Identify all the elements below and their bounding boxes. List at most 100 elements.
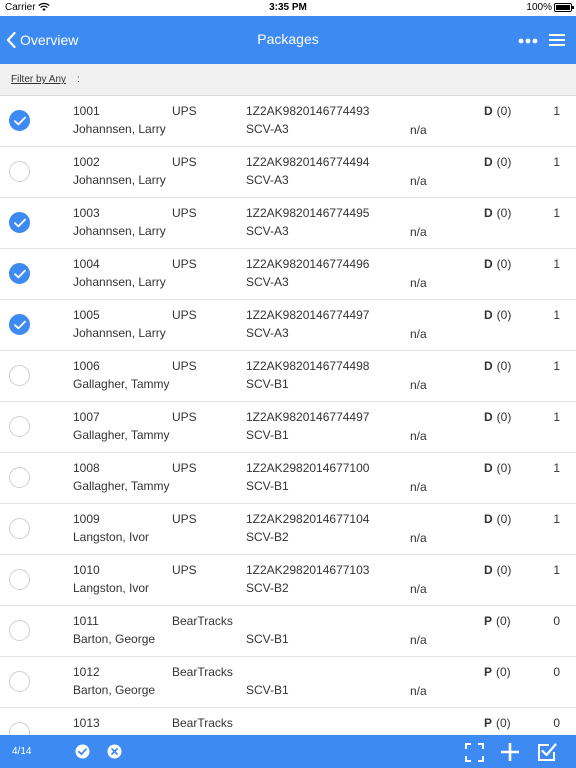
recipient-name: Johannsen, Larry bbox=[73, 122, 166, 136]
scan-icon[interactable] bbox=[465, 743, 484, 762]
package-carrier: BearTracks bbox=[172, 665, 233, 679]
unchecked-checkbox-icon[interactable] bbox=[9, 416, 30, 437]
status-count: (0) bbox=[496, 665, 511, 679]
filter-by-link[interactable]: Filter by Any bbox=[11, 74, 66, 85]
package-quantity: 1 bbox=[553, 461, 560, 475]
checked-checkbox-icon[interactable] bbox=[9, 212, 30, 233]
package-quantity: 0 bbox=[553, 716, 560, 730]
deselect-all-icon[interactable] bbox=[107, 744, 122, 759]
package-carrier: UPS bbox=[172, 512, 197, 526]
package-id: 1005 bbox=[73, 308, 100, 322]
unchecked-checkbox-icon[interactable] bbox=[9, 467, 30, 488]
tracking-number: 1Z2AK2982014677103 bbox=[246, 563, 370, 577]
battery-icon bbox=[554, 3, 574, 12]
status-code: D bbox=[484, 155, 493, 169]
recipient-name: Langston, Ivor bbox=[73, 530, 150, 544]
package-note: n/a bbox=[410, 378, 427, 392]
tracking-number: 1Z2AK2982014677104 bbox=[246, 512, 370, 526]
package-id: 1009 bbox=[73, 512, 100, 526]
package-row[interactable]: 1003 UPS 1Z2AK9820146774495 Johannsen, Larr… bbox=[0, 198, 576, 249]
recipient-name: Barton, George bbox=[73, 632, 156, 646]
package-status: D (0) bbox=[484, 104, 511, 118]
package-quantity: 1 bbox=[553, 308, 560, 322]
package-quantity: 1 bbox=[553, 104, 560, 118]
package-row[interactable]: 1007 UPS 1Z2AK9820146774497 Gallagher, Tamm… bbox=[0, 402, 576, 453]
menu-icon[interactable] bbox=[549, 30, 565, 50]
package-location: SCV-B1 bbox=[246, 428, 289, 442]
package-id: 1007 bbox=[73, 410, 100, 424]
package-location: SCV-B2 bbox=[246, 581, 289, 595]
unchecked-checkbox-icon[interactable] bbox=[9, 722, 30, 735]
recipient-name: Langston, Ivor bbox=[73, 581, 150, 595]
package-note: n/a bbox=[410, 225, 427, 239]
filter-value: : bbox=[77, 74, 80, 85]
package-note: n/a bbox=[410, 174, 427, 188]
recipient-name: Johannsen, Larry bbox=[73, 224, 166, 238]
confirm-checkbox-icon[interactable] bbox=[537, 742, 557, 762]
checked-checkbox-icon[interactable] bbox=[9, 314, 30, 335]
package-id: 1008 bbox=[73, 461, 100, 475]
package-row[interactable]: 1013 BearTracks 0 P (0) bbox=[0, 708, 576, 735]
package-status: D (0) bbox=[484, 512, 511, 526]
unchecked-checkbox-icon[interactable] bbox=[9, 671, 30, 692]
package-id: 1012 bbox=[73, 665, 100, 679]
recipient-name: Johannsen, Larry bbox=[73, 275, 166, 289]
package-location: SCV-A3 bbox=[246, 326, 289, 340]
package-location: SCV-B1 bbox=[246, 683, 289, 697]
package-quantity: 1 bbox=[553, 512, 560, 526]
package-status: P (0) bbox=[484, 614, 511, 628]
select-all-icon[interactable] bbox=[75, 744, 90, 759]
package-row[interactable]: 1005 UPS 1Z2AK9820146774497 Johannsen, Larr… bbox=[0, 300, 576, 351]
status-count: (0) bbox=[496, 308, 512, 322]
checked-checkbox-icon[interactable] bbox=[9, 263, 30, 284]
status-count: (0) bbox=[496, 257, 512, 271]
more-options-icon[interactable] bbox=[518, 38, 538, 44]
status-count: (0) bbox=[496, 155, 512, 169]
package-status: P (0) bbox=[484, 716, 511, 730]
package-note: n/a bbox=[410, 531, 427, 545]
status-code: D bbox=[484, 104, 493, 118]
package-carrier: UPS bbox=[172, 206, 197, 220]
recipient-name: Gallagher, Tammy bbox=[73, 377, 170, 391]
package-location: SCV-B1 bbox=[246, 632, 289, 646]
package-id: 1013 bbox=[73, 716, 100, 730]
package-row[interactable]: 1001 UPS 1Z2AK9820146774493 Johannsen, Larr… bbox=[0, 96, 576, 147]
package-carrier: BearTracks bbox=[172, 614, 233, 628]
package-quantity: 1 bbox=[553, 206, 560, 220]
package-carrier: BearTracks bbox=[172, 716, 233, 730]
package-status: D (0) bbox=[484, 563, 511, 577]
package-row[interactable]: 1012 BearTracks Barton, George SCV-B1 n/a 0 P(… bbox=[0, 657, 576, 708]
page-title: Packages bbox=[257, 31, 319, 47]
package-carrier: UPS bbox=[172, 359, 197, 373]
unchecked-checkbox-icon[interactable] bbox=[9, 365, 30, 386]
tracking-number: 1Z2AK9820146774496 bbox=[246, 257, 370, 271]
package-quantity: 0 bbox=[553, 614, 560, 628]
package-list[interactable]: 1001 UPS 1Z2AK9820146774493 Johannsen, Larr… bbox=[0, 96, 576, 735]
add-icon[interactable] bbox=[500, 742, 520, 762]
unchecked-checkbox-icon[interactable] bbox=[9, 161, 30, 182]
checked-checkbox-icon[interactable] bbox=[9, 110, 30, 131]
unchecked-checkbox-icon[interactable] bbox=[9, 620, 30, 641]
package-row[interactable]: 1011 BearTracks Barton, George SCV-B1 n/a 0 P(… bbox=[0, 606, 576, 657]
package-id: 1003 bbox=[73, 206, 100, 220]
package-row[interactable]: 1010 UPS 1Z2AK2982014677103 Langston, Ivor S… bbox=[0, 555, 576, 606]
status-bar: Carrier 3:35 PM 100% bbox=[0, 0, 576, 16]
status-code: D bbox=[484, 461, 493, 475]
package-status: D (0) bbox=[484, 461, 511, 475]
package-id: 1011 bbox=[73, 614, 99, 628]
package-row[interactable]: 1002 UPS 1Z2AK9820146774494 Johannsen, Larr… bbox=[0, 147, 576, 198]
package-row[interactable]: 1009 UPS 1Z2AK2982014677104 Langston, Ivor S… bbox=[0, 504, 576, 555]
package-row[interactable]: 1004 UPS 1Z2AK9820146774496 Johannsen, Larr… bbox=[0, 249, 576, 300]
package-row[interactable]: 1006 UPS 1Z2AK9820146774498 Gallagher, Tamm… bbox=[0, 351, 576, 402]
unchecked-checkbox-icon[interactable] bbox=[9, 569, 30, 590]
navigation-bar: Overview Packages bbox=[0, 16, 576, 64]
package-note: n/a bbox=[410, 429, 427, 443]
bottom-toolbar: 4/14 bbox=[0, 735, 576, 768]
package-carrier: UPS bbox=[172, 257, 197, 271]
status-code: D bbox=[484, 563, 493, 577]
unchecked-checkbox-icon[interactable] bbox=[9, 518, 30, 539]
package-row[interactable]: 1008 UPS 1Z2AK2982014677100 Gallagher, Tamm… bbox=[0, 453, 576, 504]
status-count: (0) bbox=[496, 206, 512, 220]
status-code: D bbox=[484, 359, 493, 373]
package-note: n/a bbox=[410, 327, 427, 341]
